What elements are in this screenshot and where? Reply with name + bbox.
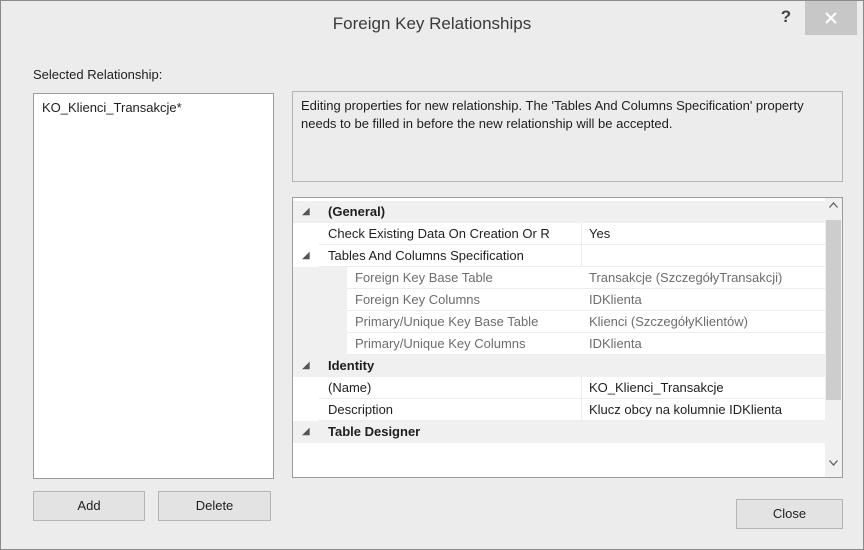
category-identity[interactable]: ◢ Identity — [293, 355, 825, 377]
property-name: (Name) — [328, 380, 372, 395]
dialog-title: Foreign Key Relationships — [332, 14, 532, 33]
property-name: Check Existing Data On Creation Or R — [328, 226, 550, 241]
category-label: (General) — [328, 204, 386, 219]
collapse-icon[interactable]: ◢ — [302, 201, 310, 223]
property-row-name[interactable]: (Name) KO_Klienci_Transakcje — [293, 377, 825, 399]
property-row-pk-columns[interactable]: Primary/Unique Key Columns IDKlienta — [293, 333, 825, 355]
collapse-icon[interactable]: ◢ — [302, 355, 310, 377]
close-button[interactable]: Close — [736, 499, 843, 529]
row-gutter — [293, 333, 347, 355]
property-value[interactable]: KO_Klienci_Transakcje — [589, 377, 825, 399]
selected-relationship-label: Selected Relationship: — [33, 67, 163, 82]
property-name: Foreign Key Base Table — [355, 270, 493, 285]
category-label: Identity — [328, 358, 375, 373]
row-gutter — [293, 311, 347, 333]
close-window-button[interactable] — [805, 1, 857, 35]
collapse-icon[interactable]: ◢ — [302, 245, 310, 267]
category-table-designer[interactable]: ◢ Table Designer — [293, 421, 825, 443]
property-row-check-existing[interactable]: Check Existing Data On Creation Or R Yes — [293, 223, 825, 245]
dialog-window: Foreign Key Relationships ? Selected Rel… — [0, 0, 864, 550]
category-label: Table Designer — [328, 424, 421, 439]
property-name: Foreign Key Columns — [355, 292, 480, 307]
row-gutter — [293, 289, 347, 311]
property-row-tables-spec[interactable]: ◢ Tables And Columns Specification — [293, 245, 825, 267]
property-name: Tables And Columns Specification — [328, 248, 524, 263]
relationship-list[interactable]: KO_Klienci_Transakcje* — [33, 93, 274, 479]
scroll-up-arrow-icon[interactable] — [829, 202, 838, 208]
vertical-scrollbar[interactable] — [825, 198, 842, 477]
property-value[interactable]: IDKlienta — [589, 333, 825, 355]
property-value[interactable]: Klucz obcy na kolumnie IDKlienta — [589, 399, 825, 421]
delete-button[interactable]: Delete — [158, 491, 271, 521]
title-bar[interactable]: Foreign Key Relationships ? — [1, 1, 863, 51]
row-gutter — [293, 377, 319, 399]
property-name: Primary/Unique Key Base Table — [355, 314, 539, 329]
scrollbar-thumb[interactable] — [826, 220, 841, 400]
property-value[interactable]: Yes — [589, 223, 825, 245]
add-button[interactable]: Add — [33, 491, 145, 521]
scroll-down-arrow-icon[interactable] — [829, 460, 838, 466]
collapse-icon[interactable]: ◢ — [302, 421, 310, 443]
row-gutter — [293, 399, 319, 421]
category-general[interactable]: ◢ (General) — [293, 201, 825, 223]
close-icon — [825, 12, 837, 24]
property-grid[interactable]: ◢ (General) Check Existing Data On Creat… — [292, 197, 843, 478]
row-gutter — [293, 223, 319, 245]
property-value[interactable]: Klienci (SzczegółyKlientów) — [589, 311, 825, 333]
help-button[interactable]: ? — [768, 3, 804, 33]
property-name: Primary/Unique Key Columns — [355, 336, 526, 351]
property-value[interactable]: IDKlienta — [589, 289, 825, 311]
row-gutter — [293, 267, 347, 289]
property-row-pk-base-table[interactable]: Primary/Unique Key Base Table Klienci (S… — [293, 311, 825, 333]
property-name: Description — [328, 402, 394, 417]
property-row-fk-columns[interactable]: Foreign Key Columns IDKlienta — [293, 289, 825, 311]
relationship-list-item[interactable]: KO_Klienci_Transakcje* — [42, 100, 182, 115]
property-value[interactable]: Transakcje (SzczegółyTransakcji) — [589, 267, 825, 289]
property-row-fk-base-table[interactable]: Foreign Key Base Table Transakcje (Szcze… — [293, 267, 825, 289]
property-row-description[interactable]: Description Klucz obcy na kolumnie IDKli… — [293, 399, 825, 421]
description-box: Editing properties for new relationship.… — [292, 91, 843, 182]
